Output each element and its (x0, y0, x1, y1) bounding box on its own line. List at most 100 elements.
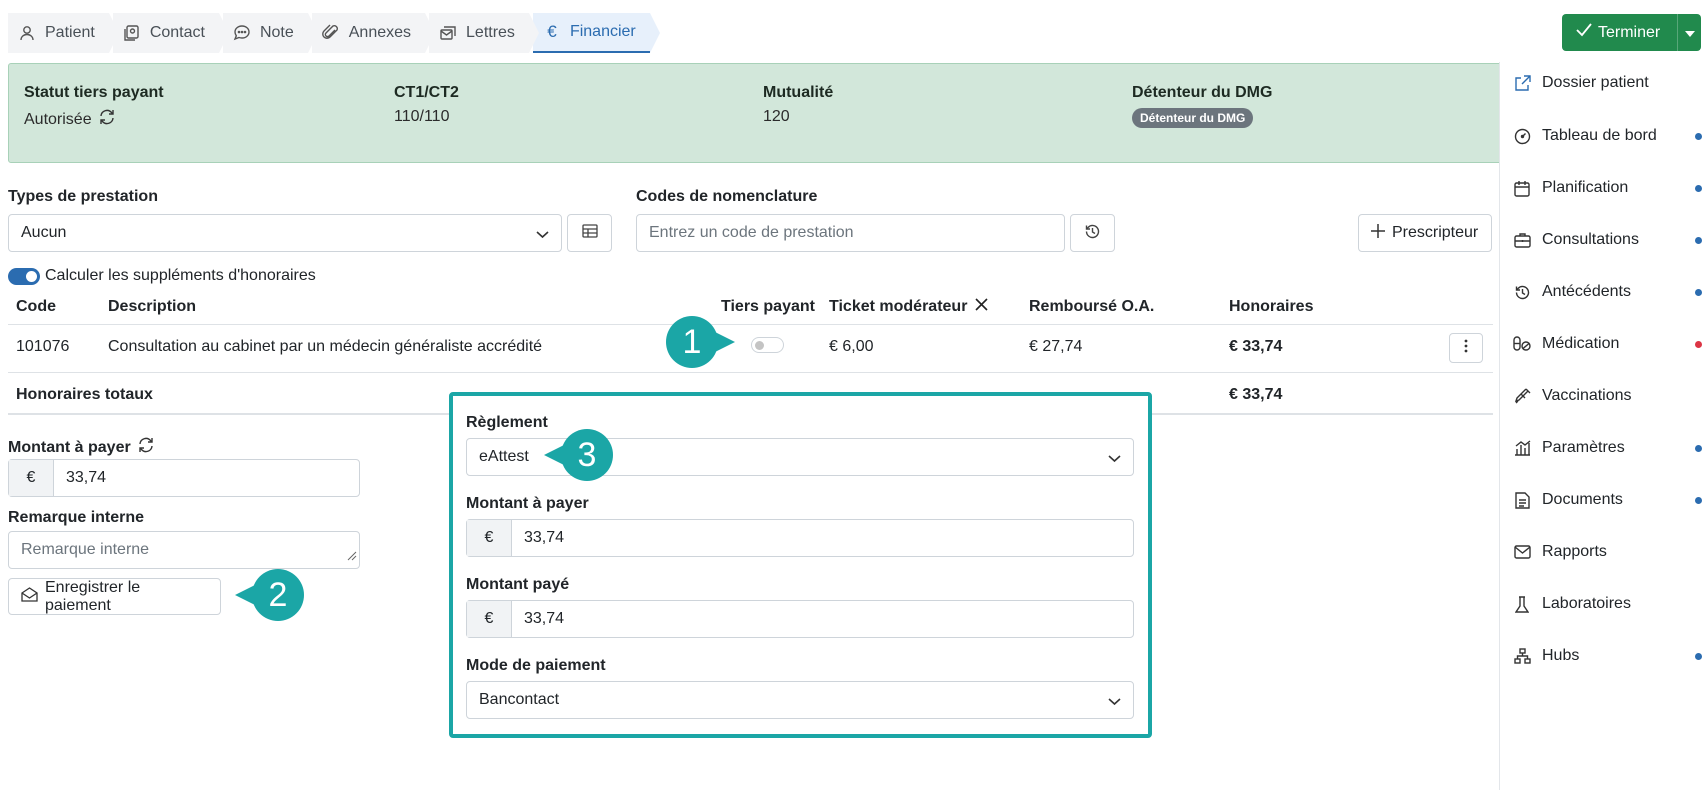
tab-financier[interactable]: € Financier (532, 13, 660, 53)
caret-down-icon (1684, 24, 1695, 42)
tab-lettres[interactable]: Lettres (429, 13, 539, 53)
callout-number: 2 (268, 575, 288, 614)
prescriber-label: Prescripteur (1392, 224, 1479, 241)
currency-prefix: € (467, 520, 512, 556)
amount-label: Montant à payer (8, 438, 131, 456)
resize-handle-icon[interactable] (347, 548, 357, 566)
sidebar-label: Médication (1542, 335, 1620, 352)
paid-input[interactable]: 33,74 (512, 601, 564, 637)
finish-dropdown-toggle[interactable] (1677, 14, 1701, 51)
sidebar-item-tableau[interactable]: Tableau de bord (1512, 126, 1702, 146)
types-label: Types de prestation (8, 188, 158, 205)
sidebar-item-hubs[interactable]: Hubs (1512, 646, 1702, 666)
callout-number: 3 (577, 435, 597, 474)
paid-label: Montant payé (466, 576, 570, 593)
notification-dot (1695, 132, 1702, 140)
sidebar-item-medication[interactable]: Médication (1512, 334, 1702, 354)
sidebar-item-parametres[interactable]: Paramètres (1512, 438, 1702, 458)
sidebar-item-vaccinations[interactable]: Vaccinations (1512, 386, 1702, 406)
sidebar-label: Vaccinations (1542, 387, 1632, 404)
payment-mode-value: Bancontact (479, 691, 560, 708)
col-header-ticket: Ticket modérateur (829, 298, 988, 316)
finish-button[interactable]: Terminer (1562, 14, 1701, 51)
notification-dot (1695, 340, 1702, 348)
finish-button-label: Terminer (1598, 23, 1661, 41)
sidebar-item-laboratoires[interactable]: Laboratoires (1512, 594, 1702, 614)
pills-icon (1512, 334, 1532, 354)
amount-input-group: € 33,74 (8, 459, 360, 497)
tab-label: Note (259, 24, 294, 41)
add-prescriber-button[interactable]: Prescripteur (1358, 214, 1492, 252)
notification-dot (1695, 652, 1702, 660)
types-value: Aucun (21, 224, 67, 241)
divider (8, 372, 1493, 373)
user-icon (18, 24, 36, 42)
dmg-label: Détenteur du DMG (1132, 84, 1273, 101)
save-payment-button[interactable]: Enregistrer le paiement (8, 578, 221, 615)
syringe-icon (1512, 386, 1532, 406)
col-header-tiers-payant: Tiers payant (721, 298, 815, 315)
dmg-status: Détenteur du DMG Détenteur du DMG (1132, 84, 1272, 128)
tab-contact[interactable]: Contact (112, 13, 230, 53)
sidebar-label: Paramètres (1542, 439, 1625, 456)
amount-input[interactable]: 33,74 (54, 460, 106, 496)
ct-label: CT1/CT2 (394, 84, 459, 101)
sidebar-label: Antécédents (1542, 283, 1631, 300)
payment-mode-select[interactable]: Bancontact (466, 681, 1134, 719)
close-icon[interactable] (975, 298, 988, 316)
save-payment-label: Enregistrer le paiement (45, 578, 141, 614)
code-input[interactable]: Entrez un code de prestation (636, 214, 1065, 252)
tab-bar: Patient Contact Note Annexes Lettres € F… (8, 13, 660, 53)
tp-status-value: Autorisée (24, 110, 92, 128)
history-icon (1084, 223, 1101, 244)
sidebar-item-dossier[interactable]: Dossier patient (1512, 73, 1702, 93)
checkmark-icon (1576, 23, 1592, 42)
settlement-value: eAttest (479, 448, 529, 465)
refresh-icon[interactable] (98, 108, 116, 131)
supplements-toggle[interactable] (8, 268, 40, 285)
contact-book-icon (123, 24, 141, 42)
history-icon (1512, 282, 1532, 302)
tab-annexes[interactable]: Annexes (311, 13, 436, 53)
box-amount-label: Montant à payer (466, 495, 589, 512)
sidebar-label: Consultations (1542, 231, 1639, 248)
chevron-down-icon (536, 227, 549, 245)
row-rembourse: € 27,74 (1029, 338, 1083, 355)
sidebar-item-planification[interactable]: Planification (1512, 178, 1702, 198)
notification-dot (1695, 444, 1702, 452)
chevron-down-icon (1108, 694, 1121, 712)
sidebar-item-antecedents[interactable]: Antécédents (1512, 282, 1702, 302)
refresh-icon[interactable] (137, 436, 155, 459)
tab-label: Lettres (466, 24, 515, 41)
row-ticket: € 6,00 (829, 338, 874, 355)
tiers-payant-toggle[interactable] (751, 337, 784, 353)
sidebar-label: Dossier patient (1542, 74, 1649, 91)
mail-icon (1512, 542, 1532, 562)
tp-status: Statut tiers payant Autorisée (24, 84, 164, 131)
paperclip-icon (321, 24, 340, 42)
callout-3: 3 (544, 429, 613, 481)
types-select[interactable]: Aucun (8, 214, 562, 252)
divider (8, 324, 1493, 325)
tab-note[interactable]: Note (222, 13, 318, 53)
ct-status: CT1/CT2 110/110 (394, 84, 459, 126)
sidebar-label: Rapports (1542, 543, 1607, 560)
sidebar-item-documents[interactable]: Documents (1512, 490, 1702, 510)
sidebar-item-rapports[interactable]: Rapports (1512, 542, 1702, 562)
remark-label: Remarque interne (8, 509, 145, 526)
mutuality-label: Mutualité (763, 84, 834, 101)
tab-patient[interactable]: Patient (8, 13, 119, 53)
code-input-placeholder: Entrez un code de prestation (649, 224, 854, 241)
history-button[interactable] (1070, 214, 1115, 252)
row-actions-button[interactable] (1449, 333, 1483, 363)
table-view-button[interactable] (567, 214, 612, 252)
col-header-honoraires: Honoraires (1229, 298, 1314, 315)
sidebar-label: Tableau de bord (1542, 127, 1657, 144)
col-header-ticket-label: Ticket modérateur (829, 298, 968, 315)
dmg-badge: Détenteur du DMG (1132, 108, 1254, 128)
sidebar-item-consultations[interactable]: Consultations (1512, 230, 1702, 250)
remark-textarea[interactable]: Remarque interne (8, 531, 360, 569)
plus-icon (1371, 223, 1385, 243)
total-value: € 33,74 (1229, 386, 1283, 403)
box-amount-input[interactable]: 33,74 (512, 520, 564, 556)
